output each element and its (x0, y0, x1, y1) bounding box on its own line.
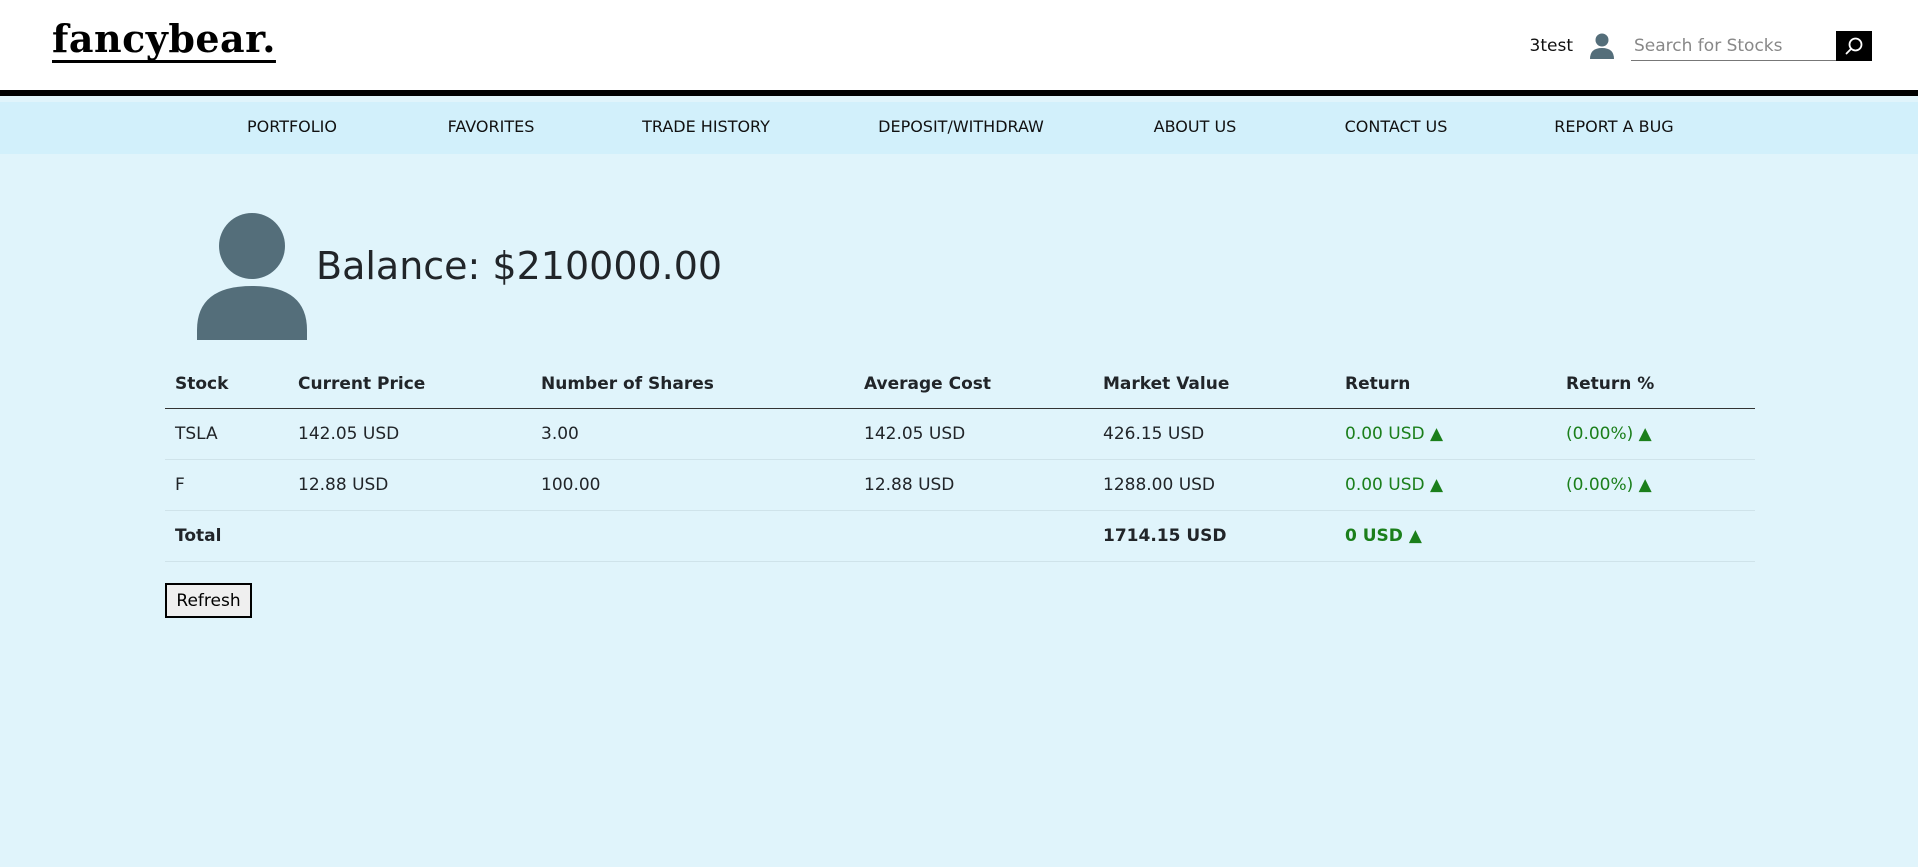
cell-stock: TSLA (175, 424, 218, 444)
cell-return-pct: (0.00%) ▲ (1566, 475, 1652, 495)
table-header-row: Stock Current Price Number of Shares Ave… (165, 360, 1755, 409)
search-button[interactable] (1836, 31, 1872, 61)
table-row[interactable]: F 12.88 USD 100.00 12.88 USD 1288.00 USD… (165, 460, 1755, 511)
username[interactable]: 3test (1530, 36, 1573, 56)
nav-deposit-withdraw[interactable]: DEPOSIT/WITHDRAW (878, 117, 1044, 136)
site-header: fancybear. 3test (0, 0, 1918, 96)
cell-average-cost: 12.88 USD (864, 475, 955, 495)
header-average-cost: Average Cost (864, 374, 992, 394)
table-row[interactable]: TSLA 142.05 USD 3.00 142.05 USD 426.15 U… (165, 409, 1755, 460)
header-return-pct: Return % (1566, 374, 1655, 394)
nav-report-a-bug[interactable]: REPORT A BUG (1554, 117, 1673, 136)
search-input[interactable] (1631, 31, 1836, 61)
search-icon (1845, 37, 1863, 55)
header-current-price: Current Price (298, 374, 426, 394)
user-area: 3test (1530, 30, 1872, 62)
nav-about-us[interactable]: ABOUT US (1154, 117, 1237, 136)
cell-current-price: 12.88 USD (298, 475, 389, 495)
header-market-value: Market Value (1103, 374, 1230, 394)
cell-market-value: 1288.00 USD (1103, 475, 1216, 495)
cell-return-pct: (0.00%) ▲ (1566, 424, 1652, 444)
balance-label: Balance: $210000.00 (316, 244, 723, 288)
cell-stock: F (175, 475, 185, 495)
cell-market-value: 426.15 USD (1103, 424, 1205, 444)
total-label: Total (175, 526, 222, 546)
cell-number-of-shares: 100.00 (541, 475, 601, 495)
site-logo[interactable]: fancybear. (52, 20, 276, 58)
cell-average-cost: 142.05 USD (864, 424, 966, 444)
nav-favorites[interactable]: FAVORITES (448, 117, 535, 136)
cell-current-price: 142.05 USD (298, 424, 400, 444)
portfolio-table: Stock Current Price Number of Shares Ave… (165, 360, 1755, 562)
total-market-value: 1714.15 USD (1103, 526, 1227, 546)
header-stock: Stock (175, 374, 229, 394)
nav-contact-us[interactable]: CONTACT US (1345, 117, 1448, 136)
cell-return: 0.00 USD ▲ (1345, 424, 1444, 444)
nav-trade-history[interactable]: TRADE HISTORY (642, 117, 770, 136)
user-icon[interactable] (1589, 32, 1615, 60)
cell-return: 0.00 USD ▲ (1345, 475, 1444, 495)
header-return: Return (1345, 374, 1411, 394)
total-return: 0 USD ▲ (1345, 526, 1422, 546)
nav-portfolio[interactable]: PORTFOLIO (247, 117, 337, 136)
main-nav: PORTFOLIO FAVORITES TRADE HISTORY DEPOSI… (0, 102, 1918, 154)
refresh-button[interactable]: Refresh (165, 583, 252, 618)
header-number-of-shares: Number of Shares (541, 374, 714, 394)
table-total-row: Total 1714.15 USD 0 USD ▲ (165, 511, 1755, 562)
avatar-icon (196, 212, 308, 340)
cell-number-of-shares: 3.00 (541, 424, 579, 444)
